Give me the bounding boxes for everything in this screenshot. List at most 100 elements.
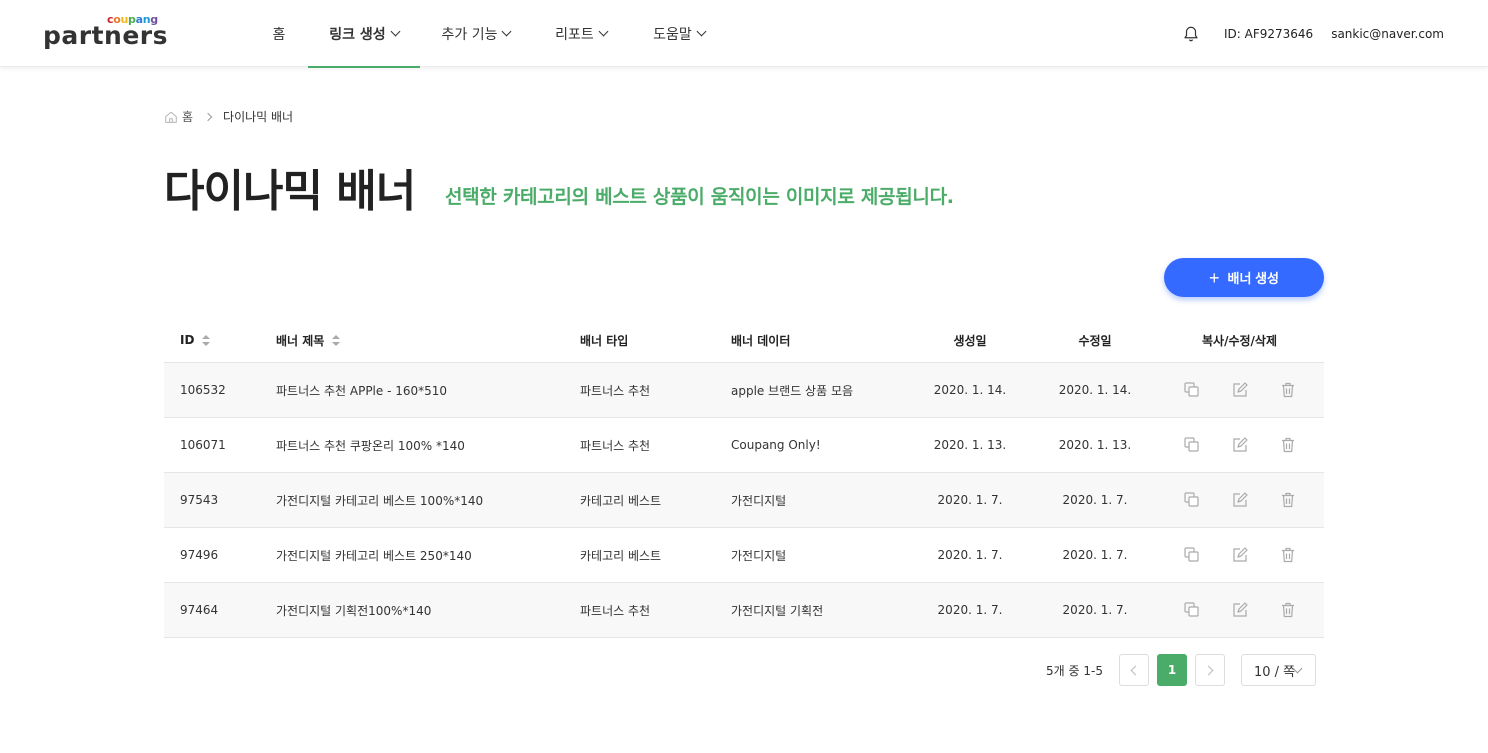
breadcrumb-home[interactable]: 홈 (182, 108, 193, 125)
user-id: ID: AF9273646 (1223, 26, 1314, 41)
bell-icon[interactable] (1182, 25, 1200, 43)
edit-icon[interactable] (1231, 381, 1249, 399)
cell-title[interactable]: 파트너스 추천 쿠팡온리 100% *140 (260, 437, 564, 454)
table-body: 106532 파트너스 추천 APPle - 160*510 파트너스 추천 a… (164, 362, 1324, 637)
cell-type: 카테고리 베스트 (580, 548, 662, 563)
sort-icon[interactable] (332, 335, 341, 347)
edit-icon[interactable] (1231, 601, 1249, 619)
per-page-select[interactable]: 10 / 쪽 (1241, 654, 1316, 686)
cell-created: 2020. 1. 14. (933, 383, 1007, 397)
cell-actions (1155, 381, 1324, 399)
chevron-left-icon (1130, 665, 1141, 675)
cell-id: 97543 (180, 493, 219, 507)
cell-data: 가전디지털 기획전 (731, 603, 824, 618)
cell-id: 106532 (180, 383, 226, 397)
chevron-right-icon (1203, 665, 1214, 675)
nav-home[interactable]: 홈 (250, 0, 308, 67)
cell-modified: 2020. 1. 14. (1058, 383, 1132, 397)
breadcrumb-current: 다이나믹 배너 (223, 110, 294, 124)
table-row: 97543 가전디지털 카테고리 베스트 100%*140 카테고리 베스트 가… (164, 472, 1324, 527)
table-row: 106532 파트너스 추천 APPle - 160*510 파트너스 추천 a… (164, 362, 1324, 417)
sort-icon[interactable] (202, 334, 211, 347)
page-button-current[interactable]: 1 (1157, 654, 1187, 686)
coupang-partners-logo[interactable]: coupang partners (43, 13, 168, 53)
column-data: 배너 데이터 (731, 333, 791, 348)
cell-actions (1155, 436, 1324, 454)
column-title-label: 배너 제목 (276, 333, 325, 348)
cell-modified: 2020. 1. 13. (1058, 438, 1132, 452)
chevron-down-icon (390, 26, 401, 37)
cell-type: 파트너스 추천 (580, 603, 651, 618)
edit-icon[interactable] (1231, 546, 1249, 564)
per-page-value: 10 / 쪽 (1254, 664, 1296, 680)
nav-extra-features[interactable]: 추가 기능 (420, 0, 532, 67)
cell-modified: 2020. 1. 7. (1062, 493, 1128, 507)
cell-actions (1155, 601, 1324, 619)
cell-actions (1155, 546, 1324, 564)
column-modified: 수정일 (1078, 333, 1112, 348)
table-row: 97464 가전디지털 기획전100%*140 파트너스 추천 가전디지털 기획… (164, 582, 1324, 637)
prev-page-button[interactable] (1119, 654, 1149, 686)
column-title[interactable]: 배너 제목 (260, 332, 564, 349)
cell-id: 97464 (180, 603, 219, 617)
cell-data: apple 브랜드 상품 모음 (731, 383, 854, 398)
table-bottom-border (164, 637, 1324, 638)
cell-title[interactable]: 가전디지털 카테고리 베스트 100%*140 (260, 492, 564, 509)
column-id[interactable]: ID (164, 333, 260, 347)
trash-icon[interactable] (1279, 381, 1297, 399)
nav-link-create-label: 링크 생성 (329, 26, 386, 43)
pagination: 5개 중 1-5 1 10 / 쪽 (1046, 654, 1316, 686)
cell-created: 2020. 1. 13. (933, 438, 1007, 452)
next-page-button[interactable] (1195, 654, 1225, 686)
chevron-down-icon (502, 26, 512, 37)
cell-type: 카테고리 베스트 (580, 493, 662, 508)
copy-icon[interactable] (1183, 601, 1201, 619)
cell-title[interactable]: 파트너스 추천 APPle - 160*510 (260, 382, 564, 399)
breadcrumb: 홈 다이나믹 배너 (164, 108, 293, 125)
copy-icon[interactable] (1183, 491, 1201, 509)
column-type: 배너 타입 (580, 333, 629, 348)
cell-title[interactable]: 가전디지털 기획전100%*140 (260, 602, 564, 619)
logo-partners-text: partners (43, 21, 169, 50)
copy-icon[interactable] (1183, 381, 1201, 399)
banner-table: ID 배너 제목 배너 타입 배너 데이터 생성일 수정일 복사/수정/삭제 1… (164, 318, 1324, 638)
cell-data: 가전디지털 (731, 493, 787, 508)
nav-home-label: 홈 (272, 26, 286, 43)
trash-icon[interactable] (1279, 436, 1297, 454)
table-row: 106071 파트너스 추천 쿠팡온리 100% *140 파트너스 추천 Co… (164, 417, 1324, 472)
cell-type: 파트너스 추천 (580, 383, 651, 398)
cell-created: 2020. 1. 7. (937, 548, 1003, 562)
page-title: 다이나믹 배너 (164, 166, 416, 217)
edit-icon[interactable] (1231, 491, 1249, 509)
cell-id: 106071 (180, 438, 226, 452)
cell-created: 2020. 1. 7. (937, 493, 1003, 507)
cell-title[interactable]: 가전디지털 카테고리 베스트 250*140 (260, 547, 564, 564)
user-email[interactable]: sankic@naver.com (1331, 27, 1444, 41)
chevron-right-icon (203, 112, 213, 121)
home-icon[interactable] (164, 110, 178, 124)
chevron-down-icon (598, 26, 609, 37)
nav-link-create[interactable]: 링크 생성 (308, 0, 420, 68)
user-area: ID: AF9273646 sankic@naver.com (1182, 0, 1444, 67)
table-header: ID 배너 제목 배너 타입 배너 데이터 생성일 수정일 복사/수정/삭제 (164, 318, 1324, 362)
edit-icon[interactable] (1231, 436, 1249, 454)
column-actions: 복사/수정/삭제 (1201, 333, 1277, 348)
cell-modified: 2020. 1. 7. (1062, 603, 1128, 617)
cell-id: 97496 (180, 548, 219, 562)
copy-icon[interactable] (1183, 436, 1201, 454)
copy-icon[interactable] (1183, 546, 1201, 564)
nav-report[interactable]: 리포트 (532, 0, 630, 67)
create-banner-label: 배너 생성 (1227, 271, 1279, 286)
nav-report-label: 리포트 (555, 26, 594, 43)
page-subtitle: 선택한 카테고리의 베스트 상품이 움직이는 이미지로 제공됩니다. (445, 186, 954, 208)
chevron-down-icon (696, 26, 707, 37)
main-nav: 홈 링크 생성 추가 기능 리포트 도움말 (250, 0, 728, 68)
nav-help[interactable]: 도움말 (630, 0, 728, 67)
nav-help-label: 도움말 (653, 26, 692, 43)
trash-icon[interactable] (1279, 601, 1297, 619)
trash-icon[interactable] (1279, 491, 1297, 509)
trash-icon[interactable] (1279, 546, 1297, 564)
create-banner-button[interactable]: + 배너 생성 (1164, 258, 1324, 297)
cell-data: Coupang Only! (731, 438, 821, 452)
top-header: coupang partners 홈 링크 생성 추가 기능 리포트 도움말 I… (0, 0, 1488, 68)
